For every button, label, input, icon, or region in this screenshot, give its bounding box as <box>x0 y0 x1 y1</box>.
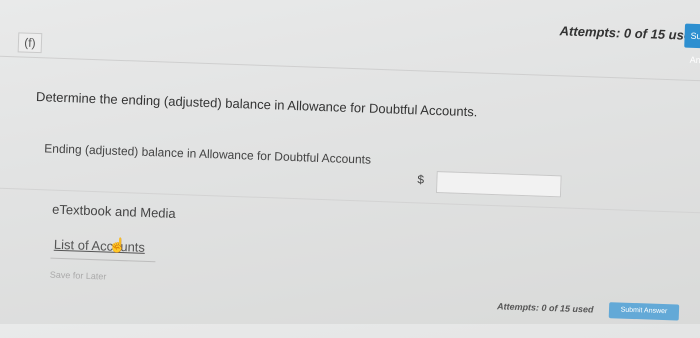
attempts-counter-bottom: Attempts: 0 of 15 used <box>496 301 594 315</box>
save-for-later-link[interactable]: Save for Later <box>50 270 107 282</box>
part-label: (f) <box>17 32 43 54</box>
accounts-link-underline <box>50 257 156 263</box>
header-divider <box>0 55 700 82</box>
attempts-counter: Attempts: 0 of 15 used <box>559 23 700 44</box>
etextbook-and-media-link[interactable]: eTextbook and Media <box>52 202 176 221</box>
currency-symbol: $ <box>417 172 425 187</box>
submit-answer-button-bottom[interactable]: Submit Answer <box>608 302 680 321</box>
submit-answer-button[interactable]: Submit Answer <box>684 23 700 66</box>
answer-field-label: Ending (adjusted) balance in Allowance f… <box>44 141 372 167</box>
pointer-cursor-icon: ☝ <box>108 236 127 254</box>
list-of-accounts-link[interactable]: List of Accounts <box>54 237 146 255</box>
question-prompt: Determine the ending (adjusted) balance … <box>35 89 478 120</box>
ending-balance-input[interactable] <box>435 171 562 198</box>
question-panel: (f) Attempts: 0 of 15 used Submit Answer… <box>0 0 700 336</box>
